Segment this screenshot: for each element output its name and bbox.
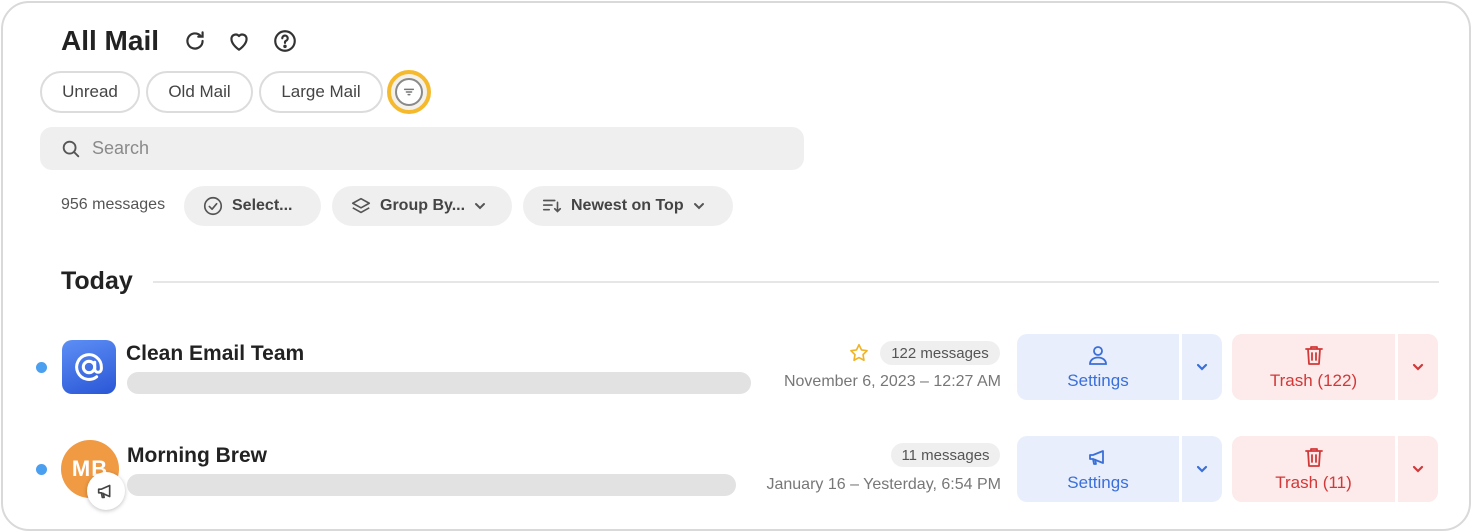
- trash-label: Trash (122): [1269, 371, 1358, 390]
- chip-large-mail[interactable]: Large Mail: [259, 71, 383, 113]
- unread-dot: [36, 464, 47, 475]
- preview-placeholder: [127, 474, 736, 496]
- chevron-down-icon: [693, 203, 704, 210]
- page-title: All Mail: [61, 25, 160, 56]
- settings-button[interactable]: Settings: [1017, 436, 1179, 502]
- trash-button[interactable]: Trash (11): [1232, 436, 1395, 502]
- trash-icon: [1304, 346, 1323, 365]
- message-count-badge: 11 messages: [891, 443, 1000, 467]
- search-input[interactable]: [92, 138, 772, 159]
- date-range: January 16 – Yesterday, 6:54 PM: [766, 476, 1001, 493]
- trash-icon: [1304, 448, 1323, 467]
- chevron-down-icon: [1412, 465, 1424, 473]
- select-label: Select...: [232, 197, 293, 214]
- search-bar[interactable]: [40, 127, 804, 170]
- settings-dropdown[interactable]: [1182, 436, 1222, 502]
- settings-button[interactable]: Settings: [1017, 334, 1179, 400]
- megaphone-icon: [1089, 450, 1104, 465]
- chip-unread[interactable]: Unread: [40, 71, 140, 113]
- chevron-down-icon: [1412, 363, 1424, 371]
- message-count-badge: 122 messages: [880, 341, 1000, 365]
- preview-placeholder: [127, 372, 751, 394]
- check-circle-icon: [203, 196, 223, 216]
- star-icon[interactable]: [848, 342, 870, 364]
- sort-label: Newest on Top: [571, 197, 684, 214]
- select-button[interactable]: Select...: [184, 186, 321, 226]
- trash-button[interactable]: Trash (122): [1232, 334, 1395, 400]
- group-by-label: Group By...: [380, 197, 466, 214]
- chip-old-mail[interactable]: Old Mail: [146, 71, 253, 113]
- user-icon: [1089, 346, 1107, 365]
- sender-name: Clean Email Team: [126, 342, 305, 365]
- section-title: Today: [61, 267, 133, 295]
- sort-button[interactable]: Newest on Top: [523, 186, 733, 226]
- chevron-down-icon: [1196, 363, 1208, 371]
- chevron-down-icon: [475, 203, 486, 210]
- sender-row[interactable]: MB Morning Brew 11 messages January 16 –…: [3, 435, 1469, 510]
- layers-icon: [351, 197, 371, 214]
- trash-dropdown[interactable]: [1398, 334, 1438, 400]
- unread-dot: [36, 362, 47, 373]
- filter-button[interactable]: [387, 70, 431, 114]
- settings-dropdown[interactable]: [1182, 334, 1222, 400]
- sender-name: Morning Brew: [127, 444, 267, 467]
- sort-icon: [542, 199, 562, 213]
- settings-label: Settings: [1067, 371, 1129, 390]
- search-icon: [62, 140, 80, 157]
- filter-icon: [395, 78, 423, 106]
- mail-window: All Mail Unread Old Mail Large Mail 956 …: [1, 1, 1471, 531]
- chevron-down-icon: [1196, 465, 1208, 473]
- trash-label: Trash (11): [1275, 473, 1352, 492]
- refresh-icon[interactable]: [181, 27, 209, 55]
- megaphone-icon: [87, 472, 125, 510]
- heart-icon[interactable]: [225, 27, 253, 55]
- message-count: 956 messages: [61, 196, 166, 213]
- group-by-button[interactable]: Group By...: [332, 186, 512, 226]
- section-divider: [153, 281, 1439, 283]
- settings-label: Settings: [1067, 473, 1129, 492]
- sender-row[interactable]: Clean Email Team 122 messages November 6…: [3, 333, 1469, 403]
- at-sign-icon: [62, 340, 116, 394]
- trash-dropdown[interactable]: [1398, 436, 1438, 502]
- help-icon[interactable]: [271, 27, 299, 55]
- date-range: November 6, 2023 – 12:27 AM: [783, 373, 1001, 390]
